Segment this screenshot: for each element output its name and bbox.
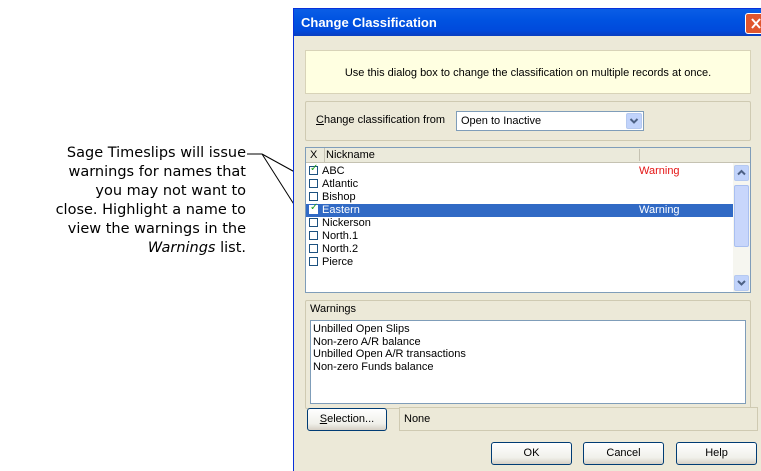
vertical-scrollbar[interactable] bbox=[733, 163, 750, 292]
warning-item: Unbilled Open A/R transactions bbox=[313, 348, 466, 360]
select-value: Open to Inactive bbox=[461, 115, 542, 127]
change-classification-dialog: Change Classification Use this dialog bo… bbox=[293, 8, 761, 471]
checkmark-icon: ✓ bbox=[310, 202, 319, 213]
list-item[interactable]: Nickerson bbox=[306, 217, 735, 230]
warnings-group: Warnings Unbilled Open Slips Non-zero A/R… bbox=[305, 300, 751, 409]
callout-line: Sage Timeslips will issue bbox=[66, 145, 246, 161]
list-item[interactable]: ✓ Eastern Warning bbox=[306, 202, 735, 217]
header-nickname-column[interactable]: Nickname bbox=[324, 148, 375, 162]
row-checkbox[interactable] bbox=[309, 218, 318, 227]
row-warning: Warning bbox=[639, 165, 680, 177]
classification-from-group: Change classification from Open to Inact… bbox=[305, 101, 751, 141]
callout-line: view the warnings in the bbox=[67, 221, 246, 237]
classification-from-label: Change classification from bbox=[316, 114, 445, 126]
chevron-down-icon bbox=[737, 280, 746, 286]
callout-line: close. Highlight a name to bbox=[55, 202, 246, 218]
header-check-column[interactable]: X bbox=[310, 148, 317, 162]
close-icon bbox=[751, 18, 761, 29]
callout-line-rest: list. bbox=[215, 240, 246, 256]
row-nickname: Pierce bbox=[322, 256, 354, 268]
close-button[interactable] bbox=[745, 13, 761, 34]
warnings-title: Warnings bbox=[310, 303, 357, 315]
row-checkbox[interactable] bbox=[309, 231, 318, 240]
button-label: election... bbox=[327, 413, 375, 425]
callout-text: Sage Timeslips will issue warnings for n… bbox=[0, 144, 246, 258]
list-item[interactable]: North.1 bbox=[306, 230, 735, 243]
row-nickname: Eastern bbox=[322, 204, 360, 216]
row-nickname: North.2 bbox=[322, 243, 359, 255]
list-rows: ✓ ABC Warning Atlantic Bishop ✓ Eastern Warning… bbox=[306, 163, 735, 269]
title-bar[interactable]: Change Classification bbox=[294, 9, 761, 36]
dropdown-button[interactable] bbox=[626, 113, 642, 129]
row-checkbox[interactable]: ✓ bbox=[309, 163, 319, 175]
row-checkbox[interactable] bbox=[309, 179, 318, 188]
warnings-list[interactable]: Unbilled Open Slips Non-zero A/R balance U… bbox=[310, 320, 746, 404]
scroll-down-button[interactable] bbox=[734, 275, 749, 291]
row-nickname: North.1 bbox=[322, 230, 359, 242]
scroll-up-button[interactable] bbox=[734, 165, 749, 181]
row-checkbox[interactable] bbox=[309, 192, 318, 201]
row-nickname: Atlantic bbox=[322, 178, 359, 190]
list-item[interactable]: Bishop bbox=[306, 191, 735, 204]
nickname-list[interactable]: X Nickname ✓ ABC Warning Atlantic Bishop ✓ Eas… bbox=[305, 147, 751, 293]
dialog-title: Change Classification bbox=[301, 15, 437, 30]
callout-italic: Warnings bbox=[147, 240, 216, 256]
row-nickname: Nickerson bbox=[322, 217, 371, 229]
label-rest: hange classification from bbox=[323, 114, 446, 126]
ok-button[interactable]: OK bbox=[491, 442, 572, 465]
cancel-button[interactable]: Cancel bbox=[583, 442, 664, 465]
row-checkbox[interactable] bbox=[309, 244, 318, 253]
warning-item: Unbilled Open Slips bbox=[313, 323, 410, 335]
header-divider bbox=[639, 149, 640, 161]
row-checkbox[interactable] bbox=[309, 257, 318, 266]
info-banner: Use this dialog box to change the classi… bbox=[305, 50, 751, 94]
warning-item: Non-zero A/R balance bbox=[313, 335, 421, 348]
scroll-thumb[interactable] bbox=[734, 185, 749, 247]
row-warning: Warning bbox=[639, 204, 680, 216]
mnemonic: C bbox=[316, 114, 324, 126]
list-item[interactable]: ✓ ABC Warning bbox=[306, 163, 735, 178]
chevron-down-icon bbox=[629, 118, 639, 124]
row-nickname: Bishop bbox=[322, 191, 356, 203]
callout-line: Warnings list. bbox=[0, 239, 246, 258]
row-checkbox[interactable]: ✓ bbox=[309, 202, 319, 214]
classification-from-select[interactable]: Open to Inactive bbox=[456, 111, 644, 131]
selection-button[interactable]: Selection... bbox=[307, 408, 387, 431]
list-item[interactable]: Atlantic bbox=[306, 178, 735, 191]
warning-item: Non-zero Funds balance bbox=[313, 360, 434, 373]
callout-line: you may not want to bbox=[95, 183, 246, 199]
help-button[interactable]: Help bbox=[676, 442, 757, 465]
callout-line: warnings for names that bbox=[68, 164, 246, 180]
list-item[interactable]: North.2 bbox=[306, 243, 735, 256]
selection-value: None bbox=[399, 407, 758, 431]
row-nickname: ABC bbox=[322, 165, 345, 177]
chevron-up-icon bbox=[737, 169, 746, 176]
list-item[interactable]: Pierce bbox=[306, 256, 735, 269]
list-header: X Nickname bbox=[306, 148, 750, 163]
checkmark-icon: ✓ bbox=[310, 163, 319, 174]
